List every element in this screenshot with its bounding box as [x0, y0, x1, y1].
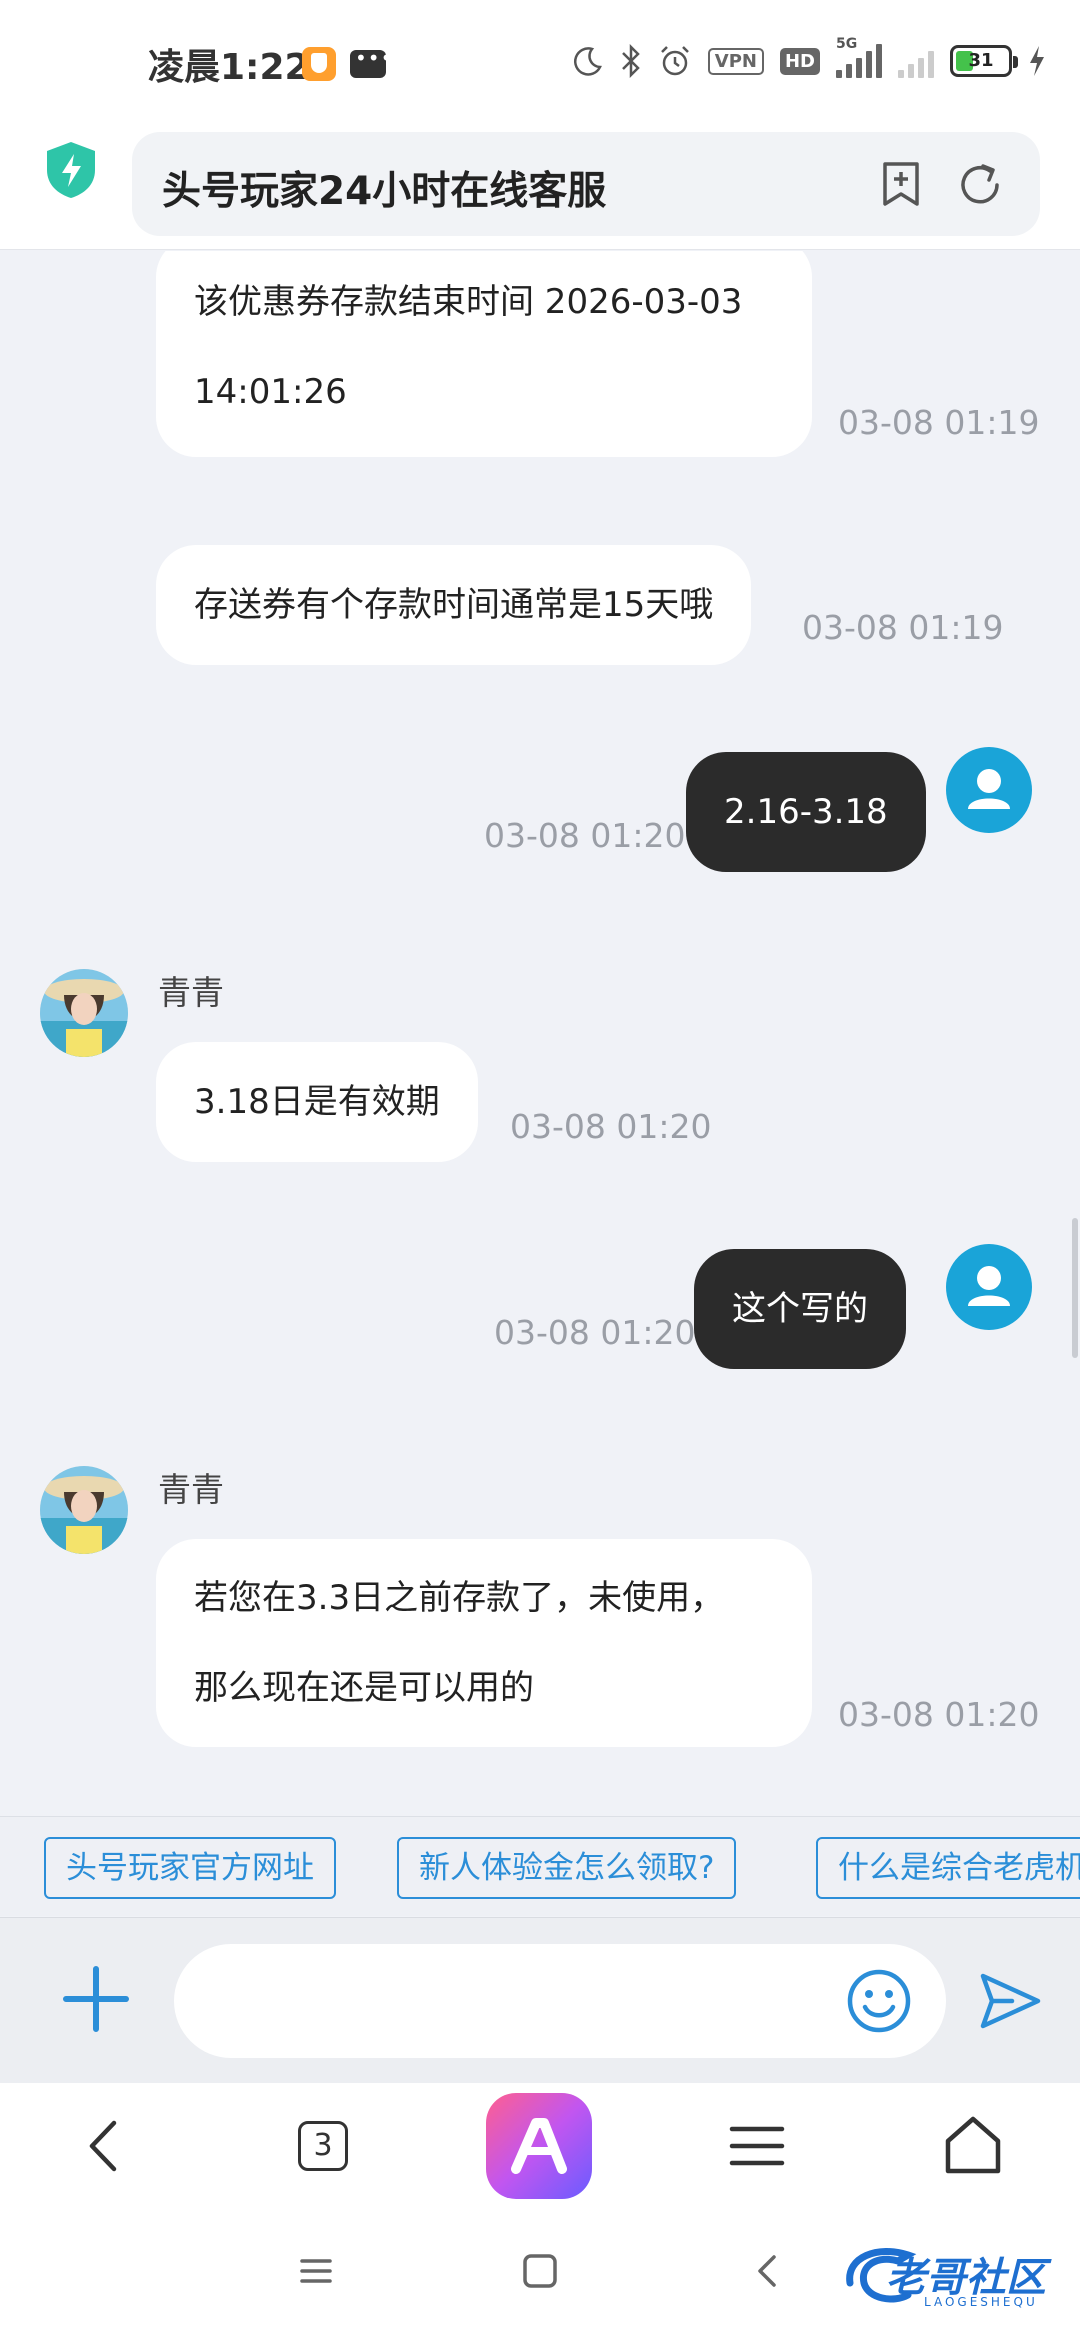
message-text: 存送券有个存款时间通常是15天哦 [194, 585, 714, 625]
user-icon [968, 1266, 1010, 1306]
recent-apps-icon[interactable] [296, 2251, 336, 2291]
page-title: 头号玩家24小时在线客服 [162, 169, 607, 214]
message-input-bar [0, 1917, 1080, 2083]
agent-avatar[interactable] [40, 969, 128, 1057]
logo-mark [511, 2118, 567, 2174]
message-line: 那么现在还是可以用的 [194, 1668, 534, 1708]
signal-icon: 5G [836, 36, 882, 78]
message-icon [350, 46, 393, 78]
shield-icon[interactable] [44, 140, 98, 200]
status-bar: 凌晨1:22 VPN HD 5G 31 [0, 0, 1080, 120]
user-avatar [946, 747, 1032, 833]
message-time: 03-08 01:20 [510, 1107, 712, 1146]
emoji-icon[interactable] [846, 1968, 912, 2034]
menu-icon[interactable] [722, 2111, 792, 2181]
message-time: 03-08 01:19 [838, 403, 1040, 442]
quick-reply-chip[interactable]: 新人体验金怎么领取? [397, 1837, 737, 1899]
message-text: 2.16-3.18 [724, 792, 888, 832]
status-icons: VPN HD 5G 31 [572, 36, 1046, 78]
message-input[interactable] [174, 1944, 946, 2058]
system-back-icon[interactable] [748, 2251, 788, 2291]
back-icon[interactable] [70, 2111, 140, 2181]
url-box[interactable]: 头号玩家24小时在线客服 [132, 132, 1040, 236]
agent-avatar-image [40, 969, 128, 1057]
message-text: 这个写的 [732, 1289, 868, 1329]
tab-count: 3 [313, 2128, 333, 2163]
user-icon [968, 769, 1010, 809]
agent-name: 青青 [158, 1470, 224, 1509]
message-time: 03-08 01:20 [484, 816, 686, 855]
send-icon[interactable] [978, 1970, 1044, 2032]
hd-icon: HD [779, 47, 820, 75]
battery-level: 31 [968, 50, 994, 71]
message-time: 03-08 01:20 [838, 1695, 1040, 1734]
app-logo-icon[interactable] [486, 2093, 592, 2199]
app-icon [302, 47, 336, 81]
quick-reply-chip[interactable]: 什么是综合老虎机 [816, 1837, 1080, 1899]
message-line: 若您在3.3日之前存款了，未使用， [194, 1578, 725, 1618]
message-text: 3.18日是有效期 [194, 1082, 440, 1122]
tabs-icon[interactable]: 3 [298, 2121, 348, 2171]
signal-weak-icon [898, 44, 934, 78]
address-bar: 头号玩家24小时在线客服 [0, 120, 1080, 250]
message-time: 03-08 01:20 [494, 1313, 696, 1352]
vpn-icon: VPN [707, 47, 764, 75]
chat-scrollbar[interactable] [1072, 1218, 1078, 1358]
quick-reply-bar[interactable]: 头号玩家官方网址 新人体验金怎么领取? 什么是综合老虎机 [0, 1816, 1080, 1916]
system-navigation: 老哥社区 LAOGESHEQU [0, 2209, 1080, 2340]
battery-icon: 31 [950, 45, 1018, 77]
home-square-icon[interactable] [520, 2251, 560, 2291]
user-message-bubble: 2.16-3.18 [686, 752, 926, 872]
agent-name: 青青 [158, 973, 224, 1012]
agent-avatar-image [40, 1466, 128, 1554]
agent-message-bubble: 若您在3.3日之前存款了，未使用， 那么现在还是可以用的 [156, 1539, 812, 1747]
plus-icon[interactable] [60, 1963, 132, 2035]
message-line: 14:01:26 [194, 372, 347, 412]
agent-avatar[interactable] [40, 1466, 128, 1554]
home-icon[interactable] [938, 2111, 1008, 2181]
moon-icon [573, 47, 602, 76]
user-avatar [946, 1244, 1032, 1330]
watermark-logo: 老哥社区 LAOGESHEQU [838, 2237, 1068, 2317]
message-line: 该优惠券存款结束时间 2026-03-03 [194, 282, 743, 322]
message-time: 03-08 01:19 [802, 608, 1004, 647]
user-message-bubble: 这个写的 [694, 1249, 906, 1369]
refresh-icon[interactable] [955, 160, 1005, 210]
browser-toolbar: 3 [0, 2083, 1080, 2209]
quick-reply-chip[interactable]: 头号玩家官方网址 [44, 1837, 336, 1899]
agent-message-bubble: 3.18日是有效期 [156, 1042, 478, 1162]
charging-icon [1030, 46, 1044, 76]
agent-message-bubble: 该优惠券存款结束时间 2026-03-03 14:01:26 [156, 251, 812, 457]
alarm-icon [660, 46, 689, 76]
agent-message-bubble: 存送券有个存款时间通常是15天哦 [156, 545, 752, 665]
network-type: 5G [836, 36, 858, 52]
status-time: 凌晨1:22 [148, 47, 310, 88]
chat-area[interactable]: 该优惠券存款结束时间 2026-03-03 14:01:26 03-08 01:… [0, 251, 1080, 1816]
watermark-subtext: LAOGESHEQU [924, 2295, 1038, 2309]
bookmark-add-icon[interactable] [877, 160, 925, 208]
bluetooth-icon [621, 44, 640, 78]
